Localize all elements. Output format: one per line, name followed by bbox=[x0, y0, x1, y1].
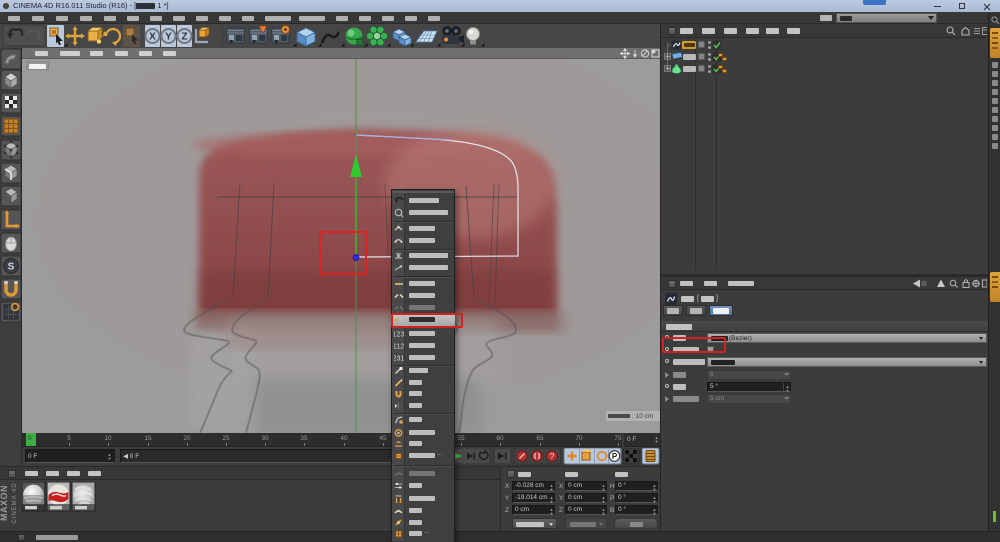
svg-text:Z: Z bbox=[181, 32, 187, 43]
svg-text:123: 123 bbox=[394, 332, 404, 339]
svg-text:S: S bbox=[8, 262, 15, 273]
svg-text:112: 112 bbox=[394, 344, 404, 351]
svg-text:Y: Y bbox=[165, 32, 172, 43]
svg-text:P: P bbox=[612, 452, 618, 461]
svg-text:231: 231 bbox=[394, 356, 404, 363]
svg-text:?: ? bbox=[550, 452, 555, 461]
svg-text:X: X bbox=[149, 32, 156, 43]
